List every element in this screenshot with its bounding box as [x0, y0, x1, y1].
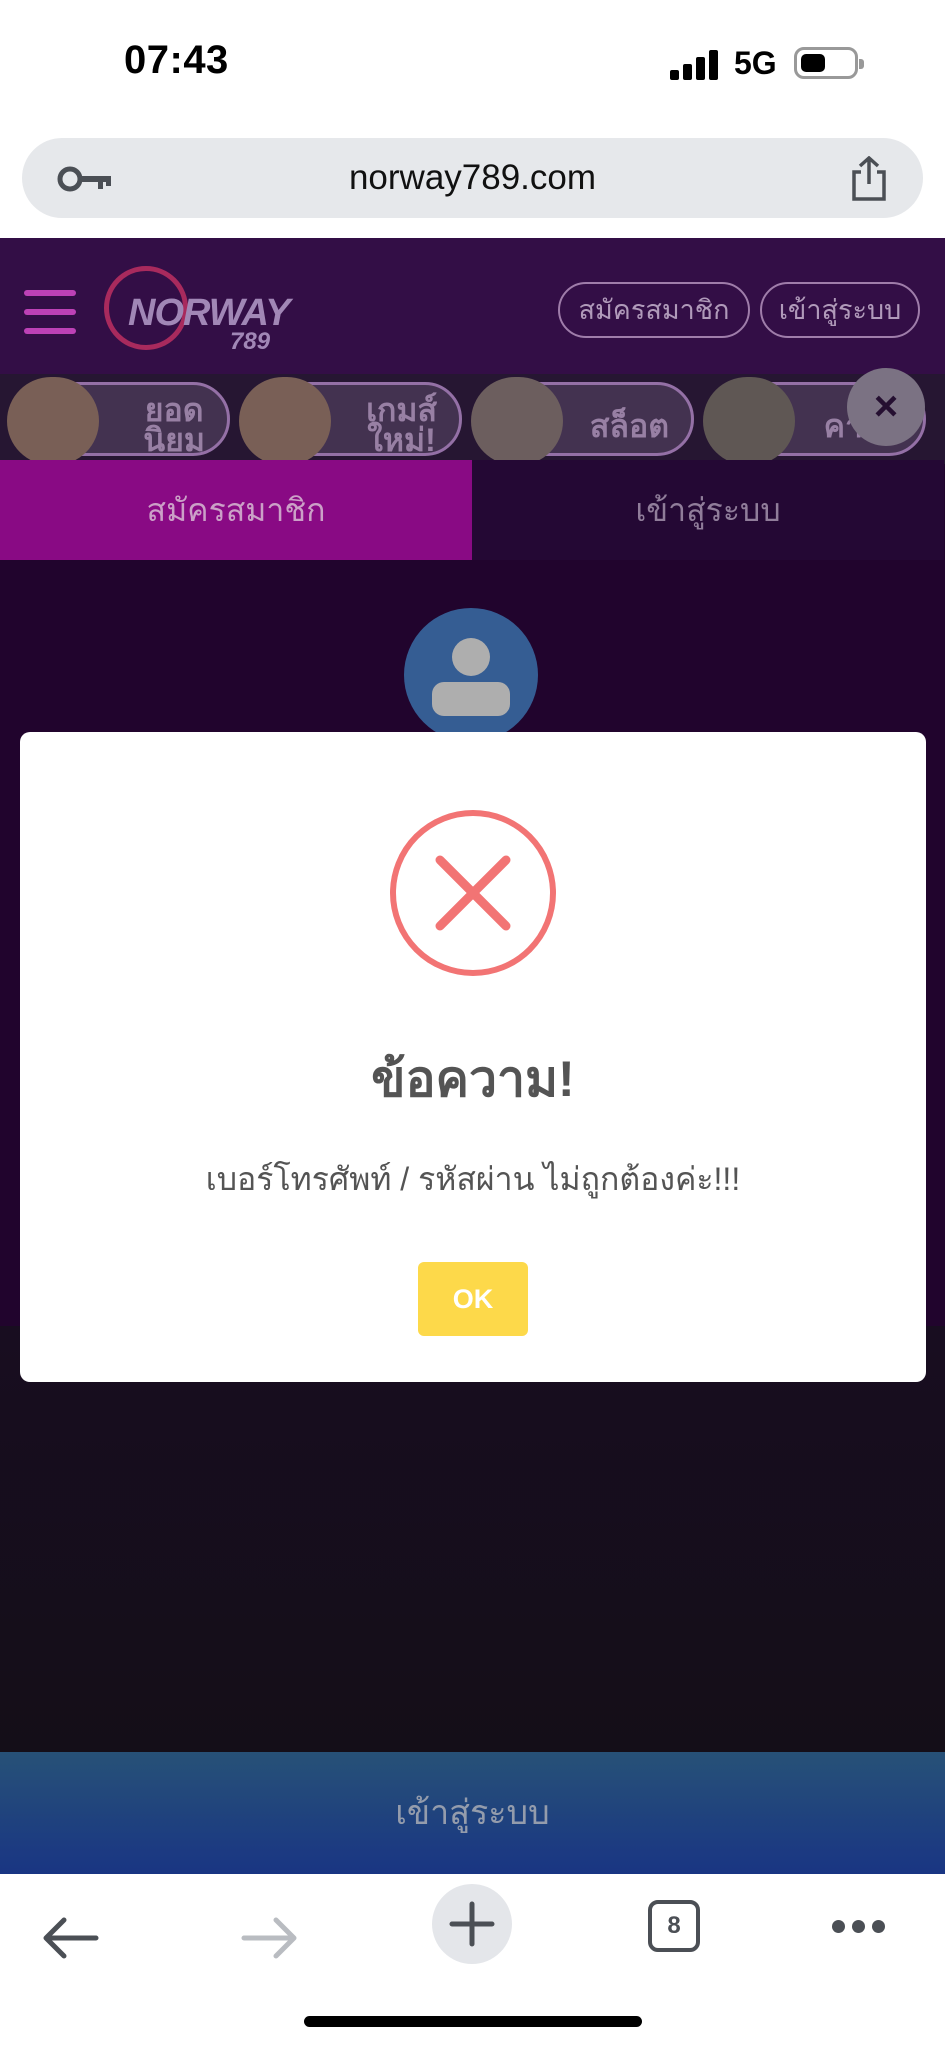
plus-icon: [449, 1901, 495, 1947]
dialog-message: เบอร์โทรศัพท์ / รหัสผ่าน ไม่ถูกต้องค่ะ!!…: [205, 1161, 741, 1197]
battery-icon: [794, 47, 864, 79]
tabs-button[interactable]: 8: [648, 1900, 700, 1952]
share-icon[interactable]: [849, 156, 889, 202]
dialog-title: ข้อความ!: [371, 1051, 575, 1107]
forward-arrow-icon[interactable]: [240, 1914, 300, 1962]
status-bar: 07:43 5G: [0, 0, 945, 130]
error-x-icon: [390, 810, 556, 976]
url-text[interactable]: norway789.com: [22, 158, 923, 198]
signal-icon: [670, 50, 720, 80]
ok-button[interactable]: OK: [418, 1262, 528, 1336]
back-arrow-icon[interactable]: [40, 1914, 100, 1962]
home-indicator[interactable]: [304, 2016, 642, 2027]
status-time: 07:43: [124, 38, 229, 82]
address-bar[interactable]: norway789.com: [22, 138, 923, 218]
new-tab-button[interactable]: [432, 1884, 512, 1964]
network-type: 5G: [734, 45, 777, 81]
error-dialog: ข้อความ! เบอร์โทรศัพท์ / รหัสผ่าน ไม่ถูก…: [20, 732, 926, 1382]
more-options-icon[interactable]: [832, 1920, 886, 1934]
